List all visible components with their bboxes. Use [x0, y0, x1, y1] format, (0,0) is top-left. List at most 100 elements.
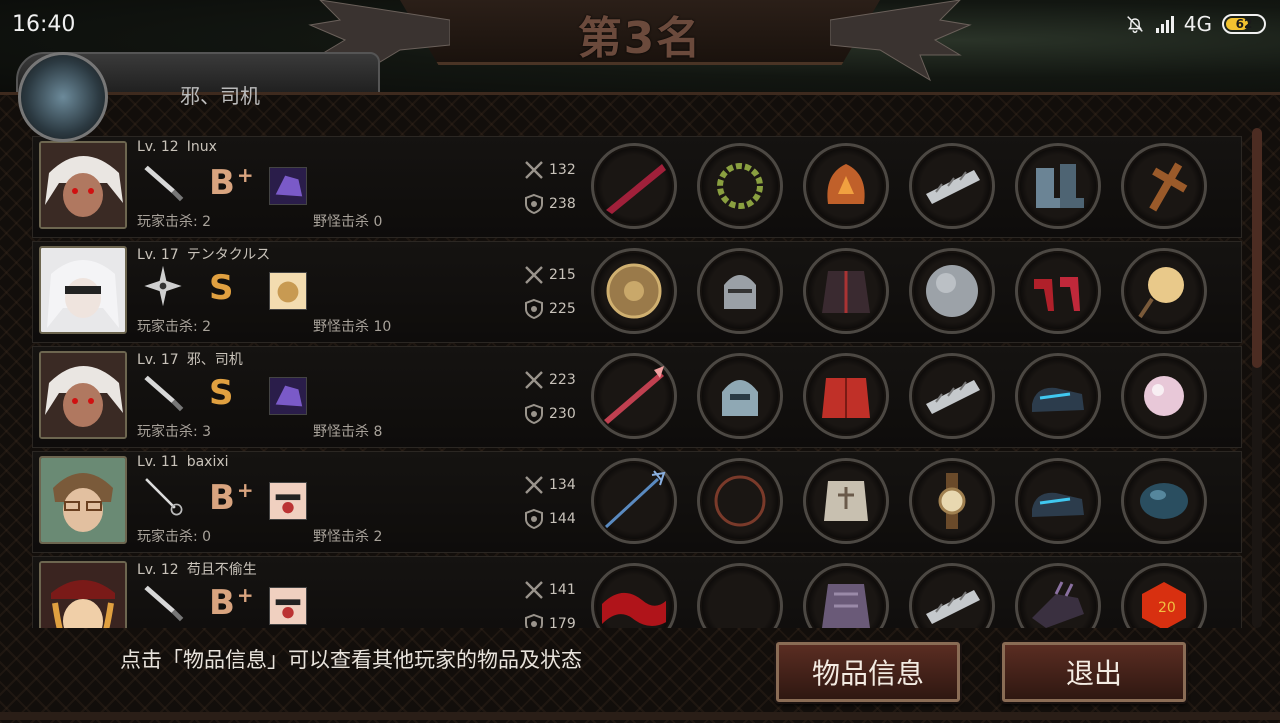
equipment-slot[interactable]: [697, 248, 783, 334]
player-portrait: [39, 351, 127, 439]
attack-value: 134: [549, 477, 576, 493]
crossed-swords-icon: [525, 371, 543, 389]
shield-icon: [525, 298, 543, 320]
attack-value: 215: [549, 267, 576, 283]
equipment-slot[interactable]: [697, 563, 783, 628]
player-list: Lv. 12 Inux B + 玩家击杀: 2 野怪击杀 0 132 238 Lv.…: [32, 136, 1244, 628]
svg-text:20: 20: [1158, 600, 1176, 616]
attack-value: 132: [549, 162, 576, 178]
empty-slot-icon: [708, 574, 772, 628]
rapier-icon: [145, 478, 183, 516]
equipment-slot[interactable]: [909, 248, 995, 334]
player-row[interactable]: Lv. 17 邪、司机 S 玩家击杀: 3 野怪击杀 8 223 230: [32, 346, 1242, 448]
orange-dice-icon: 20: [1142, 582, 1186, 628]
rank-plus: +: [236, 478, 254, 502]
monster-kills: 野怪击杀 0: [313, 214, 383, 230]
player-name: 苟且不偷生: [186, 562, 257, 578]
player-avatar: [18, 52, 108, 142]
equipment-slot[interactable]: [697, 458, 783, 544]
equipment-slot[interactable]: [1121, 248, 1207, 334]
hand-mirror-icon: [1138, 267, 1184, 319]
attack-stat: 132: [523, 159, 576, 181]
attack-stat: 223: [523, 369, 576, 391]
armored-boots-icon: [1036, 164, 1084, 208]
equipment-slot[interactable]: [909, 143, 995, 229]
rank-letter: B: [209, 583, 235, 623]
equipment-slot[interactable]: [1015, 458, 1101, 544]
knight-helmet-icon: [724, 275, 756, 309]
equipment-slot[interactable]: [1121, 143, 1207, 229]
equipment-slot[interactable]: [697, 353, 783, 439]
equipment-slot[interactable]: [909, 563, 995, 628]
equipment-slot[interactable]: [591, 458, 677, 544]
shield-icon: [525, 613, 543, 628]
equipment-slot[interactable]: [803, 458, 889, 544]
rank-badge: B +: [209, 583, 254, 623]
laurel-wreath-icon: [717, 163, 763, 209]
red-scarf-icon: [602, 593, 666, 626]
equipment-slot[interactable]: [803, 143, 889, 229]
player-kills: 玩家击杀: 2: [137, 214, 212, 230]
scrollbar[interactable]: [1252, 128, 1262, 628]
equipment-slot[interactable]: [591, 143, 677, 229]
player-row[interactable]: Lv. 11 baxixi B + 玩家击杀: 0 野怪击杀 2 134 144: [32, 451, 1242, 553]
equipment-slot[interactable]: 20: [1121, 563, 1207, 628]
defense-stat: 144: [523, 508, 576, 530]
equipment-slot[interactable]: [803, 563, 889, 628]
player-level: Lv. 11: [137, 454, 179, 470]
equipment-slot[interactable]: [1121, 458, 1207, 544]
trident-icon: [604, 470, 666, 529]
sunglasses-brawler-skill-icon: [269, 482, 307, 520]
equipment-slot[interactable]: [1015, 563, 1101, 628]
equipment-slot[interactable]: [803, 248, 889, 334]
blue-orb-icon: [1140, 483, 1188, 519]
equipment-slot[interactable]: [1121, 353, 1207, 439]
clock: 16:40: [12, 12, 76, 37]
defense-value: 225: [549, 301, 576, 317]
rank-badge: S: [209, 373, 236, 413]
flaming-armor-icon: [827, 164, 865, 204]
scroll-thumb[interactable]: [1252, 128, 1262, 368]
hint-text: 点击「物品信息」可以查看其他玩家的物品及状态: [120, 648, 582, 672]
shuriken-icon: [144, 265, 182, 307]
player-level-name: Lv. 11 baxixi: [137, 454, 229, 470]
network-type: 4G: [1183, 12, 1212, 36]
equipment-slot[interactable]: [909, 353, 995, 439]
shield-icon: [525, 508, 543, 530]
player-portrait: [39, 246, 127, 334]
blue-sneakers-icon: [1032, 387, 1084, 412]
purple-armor-icon: [822, 584, 870, 628]
equipment-slot[interactable]: [1015, 248, 1101, 334]
status-bar: 16:40 4G 62: [0, 0, 1280, 50]
player-level-name: Lv. 17 テンタクルス: [137, 244, 270, 264]
shield-icon: [525, 193, 543, 215]
wooden-cross-icon: [1149, 162, 1188, 212]
crossed-swords-icon: [525, 476, 543, 494]
equipment-slot[interactable]: [591, 563, 677, 628]
knife-icon: [144, 165, 184, 202]
player-level: Lv. 12: [137, 139, 179, 155]
equipment-slot[interactable]: [1015, 353, 1101, 439]
pink-pearl-icon: [1144, 376, 1184, 416]
player-row[interactable]: Lv. 17 テンタクルス S 玩家击杀: 2 野怪击杀 10 215 225: [32, 241, 1242, 343]
player-tab-name: 邪、司机: [180, 84, 260, 108]
monster-kills: 野怪击杀 8: [313, 424, 383, 440]
metal-bracer-icon: [926, 380, 980, 414]
rank-letter: B: [209, 163, 235, 203]
equipment-slot[interactable]: [591, 353, 677, 439]
player-row[interactable]: Lv. 12 Inux B + 玩家击杀: 2 野怪击杀 0 132 238: [32, 136, 1242, 238]
player-row[interactable]: Lv. 12 苟且不偷生 B + 141 179 20: [32, 556, 1242, 628]
equipment-slot[interactable]: [1015, 143, 1101, 229]
item-info-button[interactable]: 物品信息: [776, 642, 960, 702]
exit-button[interactable]: 退出: [1002, 642, 1186, 702]
rank-plus: +: [236, 163, 254, 187]
equipment-slot[interactable]: [591, 248, 677, 334]
defense-stat: 225: [523, 298, 576, 320]
equipment-slot[interactable]: [909, 458, 995, 544]
silver-helm-icon: [722, 380, 758, 416]
player-kills: 玩家击杀: 2: [137, 319, 212, 335]
equipment-slot[interactable]: [803, 353, 889, 439]
red-spear-icon: [604, 366, 664, 424]
bottom-border: [0, 712, 1280, 720]
equipment-slot[interactable]: [697, 143, 783, 229]
